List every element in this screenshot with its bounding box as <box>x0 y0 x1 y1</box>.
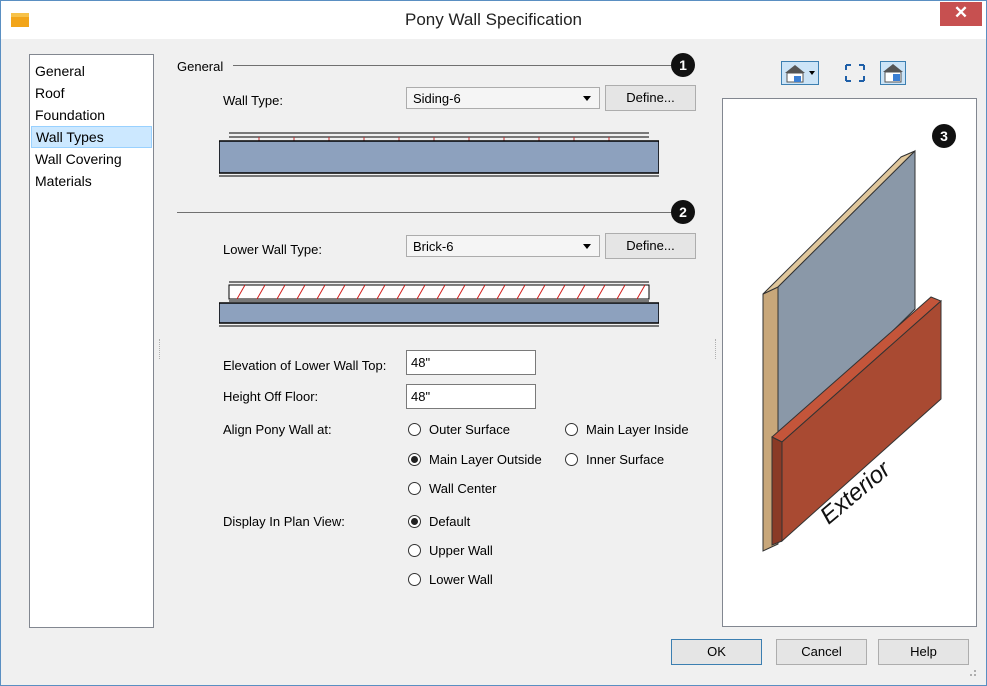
elevation-lower-wall-top-value: 48" <box>411 355 431 370</box>
radio-inner-surface[interactable]: Inner Surface <box>565 452 695 470</box>
radio-label: Wall Center <box>429 481 497 496</box>
wall-type-value: Siding-6 <box>413 91 461 106</box>
radio-button <box>408 482 421 495</box>
cancel-button[interactable]: Cancel <box>776 639 867 665</box>
close-button[interactable]: ✕ <box>940 2 982 26</box>
lower-wall-section-preview <box>219 281 659 327</box>
help-button[interactable]: Help <box>878 639 969 665</box>
lower-wall-type-select[interactable]: Brick-6 <box>406 235 600 257</box>
camera-view-dropdown-icon <box>785 65 815 83</box>
title-bar: Pony Wall Specification ✕ <box>1 1 986 39</box>
radio-label: Main Layer Outside <box>429 452 542 467</box>
display-in-plan-view-label: Display In Plan View: <box>223 514 345 529</box>
radio-default[interactable]: Default <box>408 514 528 532</box>
sidebar-item-materials[interactable]: Materials <box>31 170 152 192</box>
radio-button <box>408 423 421 436</box>
radio-main-layer-inside[interactable]: Main Layer Inside <box>565 422 705 440</box>
radio-button-selected <box>408 515 421 528</box>
height-off-floor-input[interactable]: 48" <box>406 384 536 409</box>
pony-wall-3d-render <box>762 149 942 552</box>
radio-wall-center[interactable]: Wall Center <box>408 481 538 499</box>
height-off-floor-value: 48" <box>411 389 431 404</box>
elevation-lower-wall-top-input[interactable]: 48" <box>406 350 536 375</box>
lower-wall-type-define-button[interactable]: Define... <box>605 233 696 259</box>
radio-label: Upper Wall <box>429 543 493 558</box>
radio-main-layer-outside[interactable]: Main Layer Outside <box>408 452 558 470</box>
radio-button <box>408 573 421 586</box>
fill-window-button[interactable] <box>842 61 868 85</box>
sidebar-item-roof[interactable]: Roof <box>31 82 152 104</box>
pony-wall-dialog: Pony Wall Specification ✕ General Roof F… <box>0 0 987 686</box>
fill-window-icon <box>845 64 865 82</box>
splitter-grip-left[interactable] <box>159 339 162 359</box>
camera-view-dropdown-button[interactable] <box>781 61 819 85</box>
preview-toggle-icon <box>883 64 903 83</box>
general-group-label: General <box>177 59 224 74</box>
lower-wall-group-divider <box>177 212 673 213</box>
callout-2: 2 <box>671 200 695 224</box>
radio-upper-wall[interactable]: Upper Wall <box>408 543 528 561</box>
radio-lower-wall[interactable]: Lower Wall <box>408 572 528 590</box>
preview-toggle-button[interactable] <box>880 61 906 85</box>
lower-wall-type-value: Brick-6 <box>413 239 454 254</box>
sidebar-item-wall-types[interactable]: Wall Types <box>31 126 152 148</box>
wall-type-section-preview <box>219 132 659 177</box>
radio-button <box>565 423 578 436</box>
sidebar-item-wall-covering[interactable]: Wall Covering <box>31 148 152 170</box>
sidebar-item-foundation[interactable]: Foundation <box>31 104 152 126</box>
align-pony-wall-label: Align Pony Wall at: <box>223 422 332 437</box>
radio-button <box>408 544 421 557</box>
ok-button[interactable]: OK <box>671 639 762 665</box>
lower-wall-type-label: Lower Wall Type: <box>223 242 322 257</box>
dialog-body: General Roof Foundation Wall Types Wall … <box>9 39 978 677</box>
chevron-down-icon <box>583 96 591 101</box>
radio-label: Inner Surface <box>586 452 665 467</box>
radio-outer-surface[interactable]: Outer Surface <box>408 422 538 440</box>
window-title: Pony Wall Specification <box>404 10 582 29</box>
radio-label: Outer Surface <box>429 422 510 437</box>
radio-label: Lower Wall <box>429 572 493 587</box>
wall-type-label: Wall Type: <box>223 93 283 108</box>
radio-label: Default <box>429 514 471 529</box>
elevation-lower-wall-top-label: Elevation of Lower Wall Top: <box>223 358 387 373</box>
radio-button <box>565 453 578 466</box>
general-group-divider <box>233 65 673 66</box>
wall-type-select[interactable]: Siding-6 <box>406 87 600 109</box>
category-list[interactable]: General Roof Foundation Wall Types Wall … <box>29 54 154 628</box>
radio-button-selected <box>408 453 421 466</box>
sidebar-item-general[interactable]: General <box>31 60 152 82</box>
wall-3d-preview[interactable]: 3 Exterior <box>722 98 977 627</box>
splitter-grip-right[interactable] <box>715 339 718 359</box>
wall-type-define-button[interactable]: Define... <box>605 85 696 111</box>
callout-1: 1 <box>671 53 695 77</box>
chevron-down-icon <box>583 244 591 249</box>
radio-label: Main Layer Inside <box>586 422 689 437</box>
height-off-floor-label: Height Off Floor: <box>223 389 319 404</box>
resize-grip-icon[interactable] <box>967 667 977 677</box>
